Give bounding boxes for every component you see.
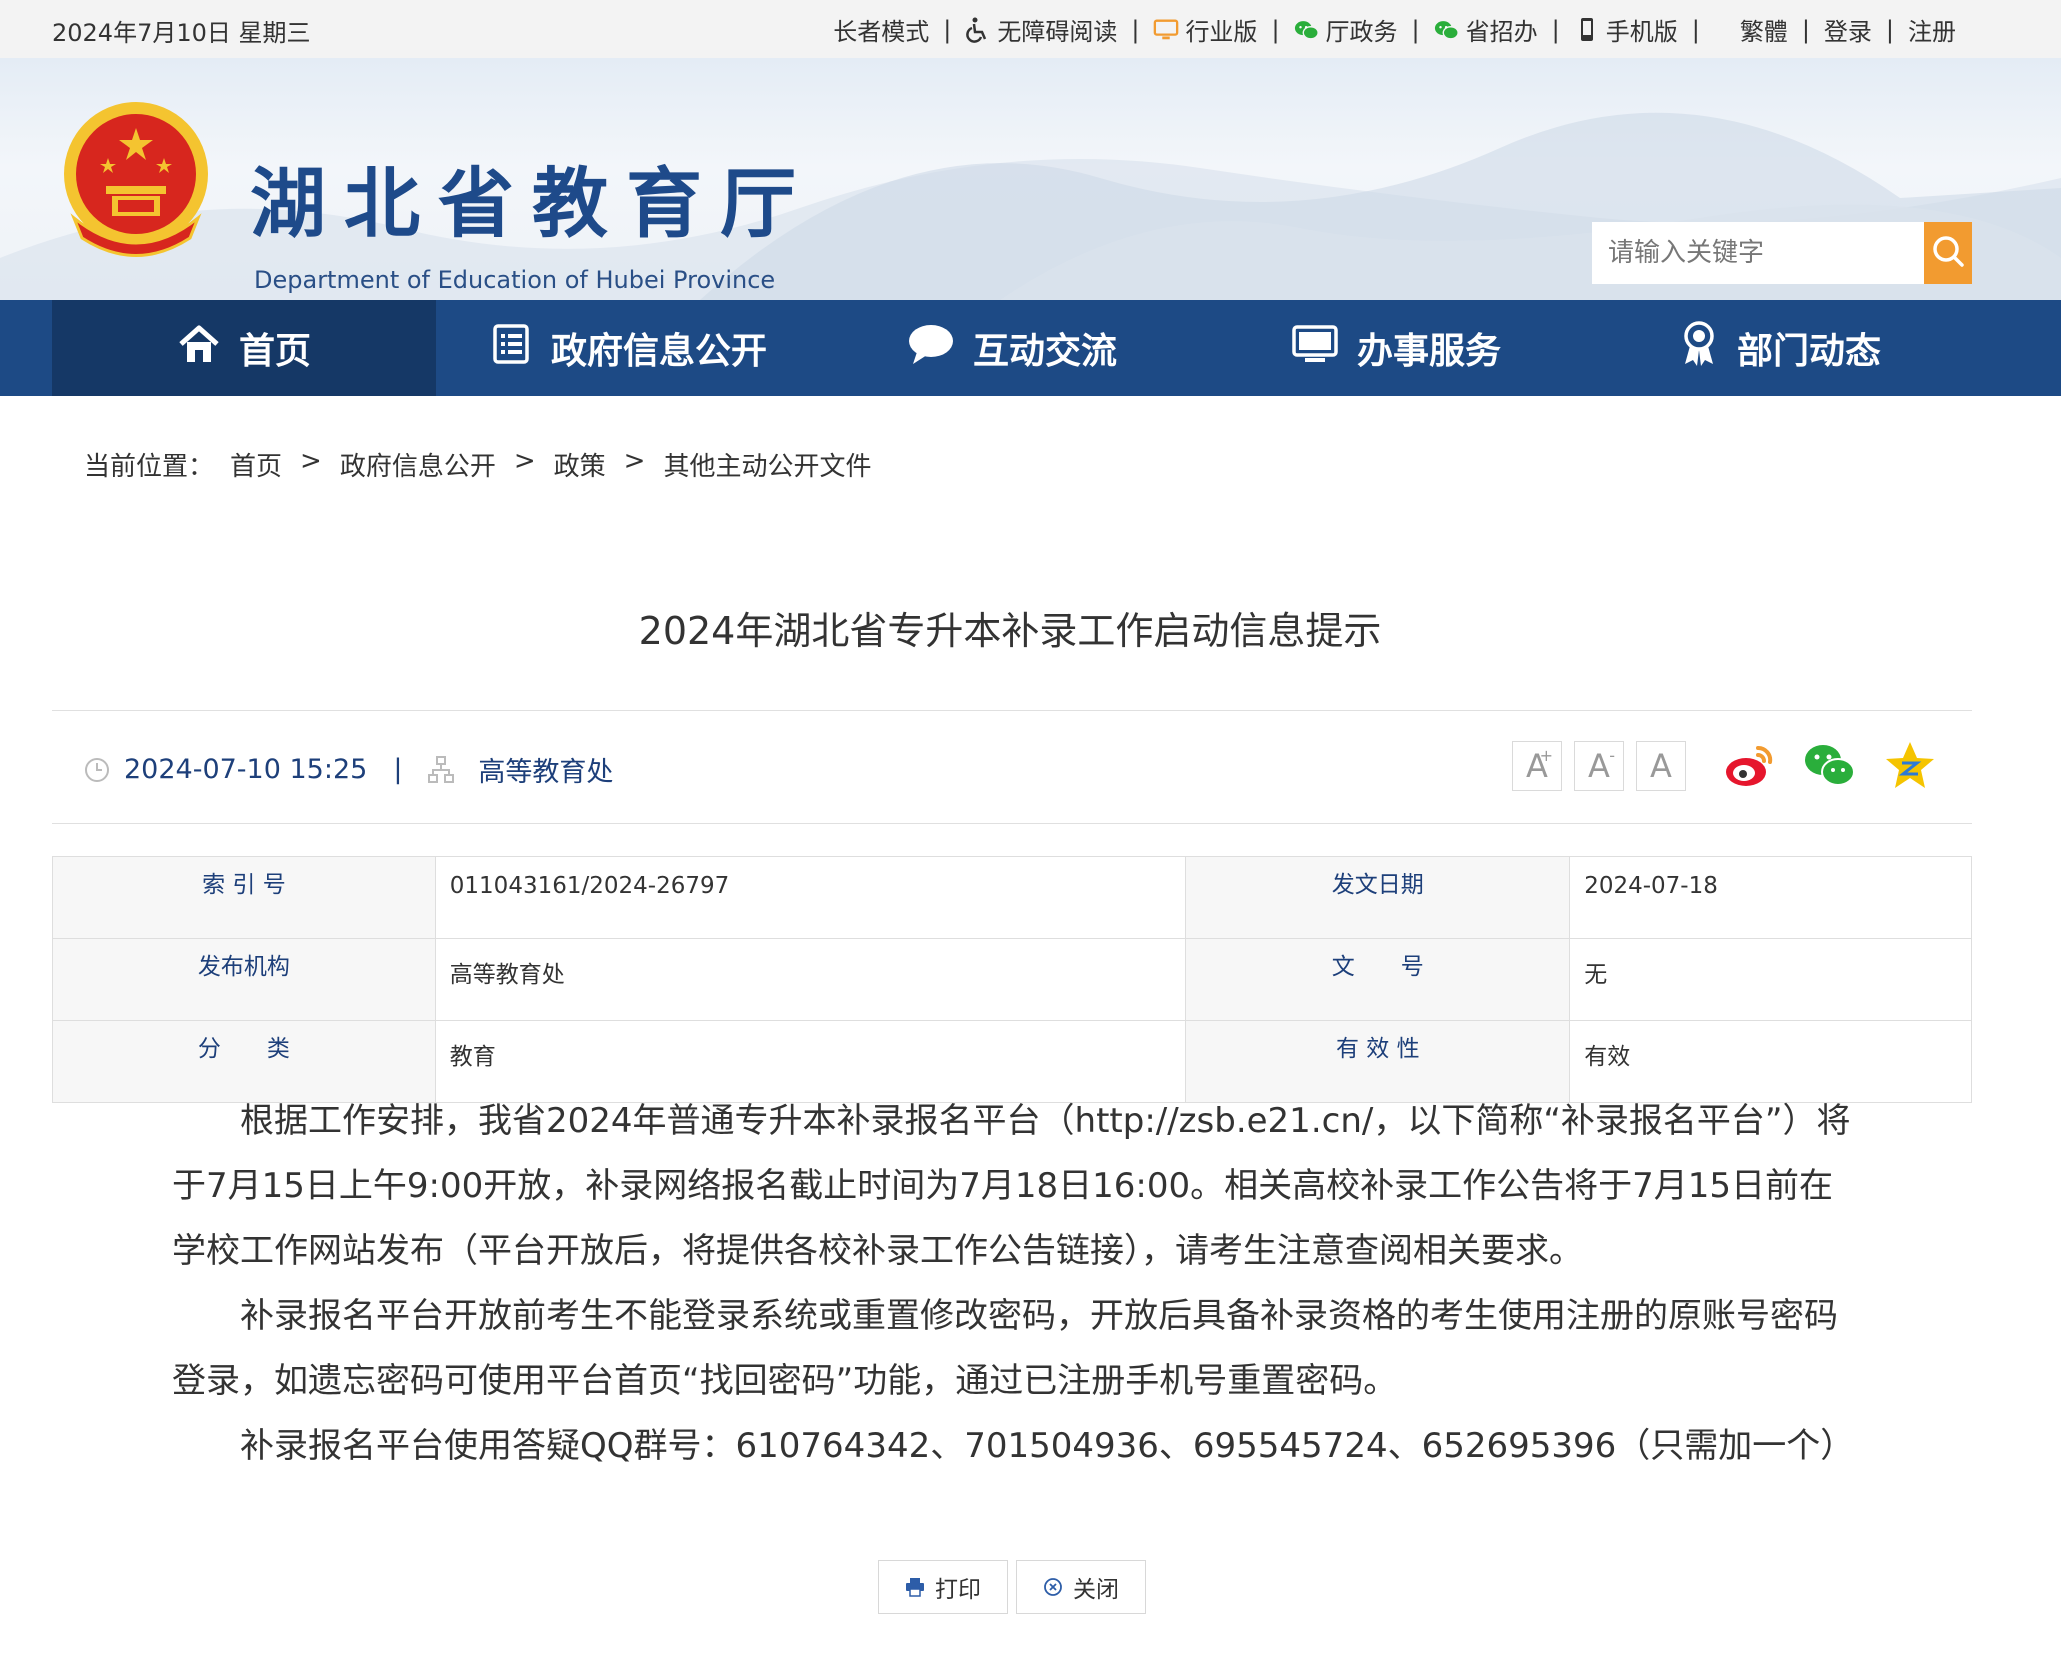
org-chart-icon: [428, 755, 455, 784]
mobile-phone-icon: [1574, 17, 1600, 43]
monitor-icon: [1291, 322, 1339, 375]
dept-affairs-wechat-link[interactable]: 厅政务: [1294, 12, 1398, 47]
breadcrumb-gov-info[interactable]: 政府信息公开: [340, 446, 496, 483]
article-paragraph: 根据工作安排，我省2024年普通专升本补录报名平台（http://zsb.e21…: [172, 1101, 1851, 1271]
index-number-label: 索 引 号: [52, 856, 436, 939]
issue-date-label: 发文日期: [1185, 856, 1571, 939]
wechat-icon: [1294, 17, 1320, 43]
monitor-icon: [1153, 17, 1179, 43]
wheelchair-icon: [965, 17, 991, 43]
login-link[interactable]: 登录: [1824, 12, 1872, 47]
site-header: 湖北省教育厅 Department of Education of Hubei …: [0, 58, 2061, 300]
font-size-controls: A + A- A: [1512, 741, 1686, 791]
weibo-share-icon[interactable]: [1722, 738, 1778, 794]
admissions-wechat-link[interactable]: 省招办: [1434, 12, 1538, 47]
article-body: 根据工作安排，我省2024年普通专升本补录报名平台（http://zsb.e21…: [172, 1089, 1855, 1479]
font-increase-button[interactable]: A +: [1512, 741, 1562, 791]
close-circle-icon: [1043, 1577, 1063, 1597]
table-row: 索 引 号 011043161/2024-26797 发文日期 2024-07-…: [52, 856, 1972, 939]
article-meta: 2024-07-10 15:25 | 高等教育处: [84, 750, 613, 789]
article-paragraph: 补录报名平台使用答疑QQ群号：610764342、701504936、69554…: [240, 1426, 1855, 1466]
print-button[interactable]: 打印: [878, 1560, 1008, 1614]
nav-item-gov-info[interactable]: 政府信息公开: [436, 300, 820, 396]
utility-links: 长者模式 | 无障碍阅读 | 行业版 | 厅政务 | 省招办 | 手机版 | 繁…: [833, 12, 1956, 47]
issue-date-value: 2024-07-18: [1569, 856, 1972, 939]
divider: [52, 823, 1972, 824]
elder-mode-link[interactable]: 长者模式: [833, 12, 929, 47]
home-icon: [177, 322, 221, 375]
chat-bubble-icon: [907, 322, 955, 375]
article-title: 2024年湖北省专升本补录工作启动信息提示: [638, 609, 1382, 653]
nav-item-home[interactable]: 首页: [52, 300, 436, 396]
breadcrumb-label: 当前位置：: [84, 452, 215, 482]
accessible-reading-link[interactable]: 无障碍阅读: [965, 12, 1117, 47]
document-info-table: 索 引 号 011043161/2024-26797 发文日期 2024-07-…: [52, 856, 1972, 1103]
document-number-value: 无: [1569, 938, 1972, 1021]
qzone-share-icon[interactable]: [1882, 738, 1938, 794]
mobile-version-link[interactable]: 手机版: [1574, 12, 1678, 47]
search-input[interactable]: [1592, 222, 1924, 284]
article-paragraph: 补录报名平台开放前考生不能登录系统或重置修改密码，开放后具备补录资格的考生使用注…: [172, 1296, 1838, 1401]
clock-icon: [84, 757, 110, 783]
nav-item-interaction[interactable]: 互动交流: [820, 300, 1204, 396]
badge-icon: [1679, 320, 1719, 377]
publish-datetime: 2024-07-10 15:25: [124, 754, 368, 785]
search-box: [1592, 222, 1972, 284]
search-button[interactable]: [1924, 222, 1972, 284]
issuing-org-value: 高等教育处: [434, 938, 1187, 1021]
industry-version-link[interactable]: 行业版: [1153, 12, 1257, 47]
font-decrease-button[interactable]: A-: [1574, 741, 1624, 791]
wechat-share-icon[interactable]: [1802, 738, 1858, 794]
document-list-icon: [489, 322, 533, 375]
table-row: 发布机构 高等教育处 文 号 无: [52, 938, 1972, 1021]
current-date: 2024年7月10日 星期三: [52, 19, 311, 47]
site-subtitle: Department of Education of Hubei Provinc…: [254, 266, 776, 294]
share-buttons: [1722, 738, 1938, 794]
main-navigation: 首页 政府信息公开 互动交流 办事服务 部门动态: [0, 300, 2061, 396]
nav-item-dept-news[interactable]: 部门动态: [1588, 300, 1972, 396]
national-emblem-logo: [60, 98, 212, 263]
issuing-org-label: 发布机构: [52, 938, 436, 1021]
printer-icon: [905, 1577, 925, 1597]
search-icon: [1930, 233, 1966, 273]
wechat-icon: [1434, 17, 1460, 43]
document-number-label: 文 号: [1185, 938, 1571, 1021]
traditional-chinese-link[interactable]: 繁體: [1740, 12, 1788, 47]
close-button[interactable]: 关闭: [1016, 1560, 1146, 1614]
register-link[interactable]: 注册: [1908, 12, 1956, 47]
breadcrumb-policy[interactable]: 政策: [554, 446, 606, 483]
divider: [52, 710, 1972, 711]
publishing-department: 高等教育处: [478, 757, 614, 788]
breadcrumb-home[interactable]: 首页: [230, 446, 282, 483]
nav-item-services[interactable]: 办事服务: [1204, 300, 1588, 396]
index-number-value: 011043161/2024-26797: [434, 856, 1187, 939]
article-actions: 打印 关闭: [878, 1560, 1146, 1614]
site-title: 湖北省教育厅: [250, 159, 814, 248]
font-reset-button[interactable]: A: [1636, 741, 1686, 791]
breadcrumb-other-docs[interactable]: 其他主动公开文件: [663, 446, 871, 483]
top-utility-bar: 2024年7月10日 星期三 长者模式 | 无障碍阅读 | 行业版 | 厅政务 …: [0, 0, 2061, 58]
breadcrumb: 当前位置： 首页 > 政府信息公开 > 政策 > 其他主动公开文件: [84, 446, 872, 483]
